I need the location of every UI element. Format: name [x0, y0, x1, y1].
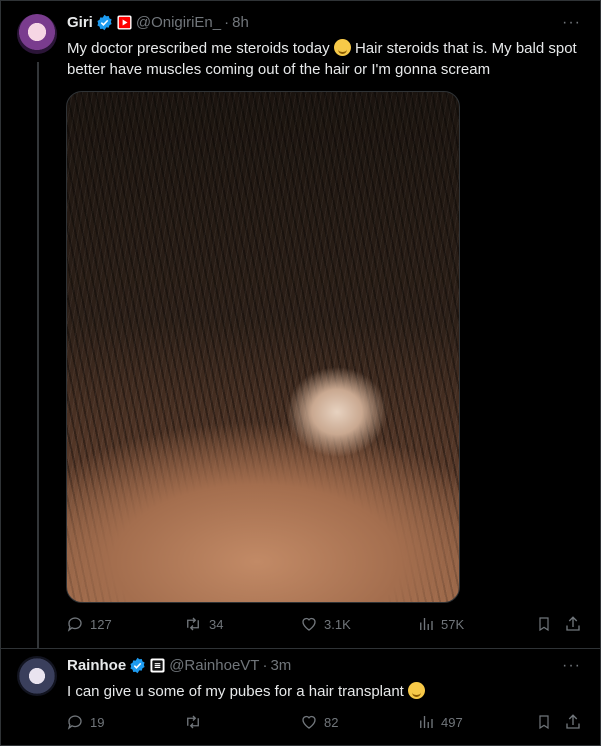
reply-actions: 19 82 497 — [66, 713, 586, 733]
pleading-face-emoji-icon — [408, 682, 426, 699]
reply-count: 19 — [90, 714, 105, 730]
retweet-icon — [187, 715, 199, 729]
reply-header: Rainhoe @RainhoeVT · 3m — [67, 657, 291, 674]
views-chart-icon — [420, 716, 433, 728]
like-count: 82 — [324, 714, 339, 730]
reply-count: 127 — [90, 616, 112, 632]
relieved-face-emoji-icon — [333, 39, 351, 56]
author-name[interactable]: Giri — [67, 14, 93, 31]
bookmark-icon — [539, 617, 549, 632]
more-options-icon[interactable]: ··· — [562, 657, 581, 675]
like-button[interactable]: 82 — [300, 713, 338, 731]
author-handle[interactable]: @OnigiriEn_ — [136, 14, 221, 31]
separator-dot: · — [224, 14, 230, 31]
tweet-photo[interactable] — [66, 91, 460, 603]
timestamp[interactable]: 3m — [270, 657, 291, 674]
retweet-button[interactable] — [183, 713, 209, 731]
more-options-icon[interactable]: ··· — [562, 14, 581, 32]
retweet-count: 34 — [209, 616, 224, 632]
tweet-divider — [0, 648, 601, 649]
affiliate-badge-icon[interactable] — [150, 658, 165, 673]
reply-button[interactable]: 127 — [66, 615, 112, 633]
share-icon — [566, 616, 580, 631]
retweet-button[interactable]: 34 — [183, 615, 223, 633]
views-chart-icon — [420, 618, 433, 630]
avatar[interactable] — [17, 14, 57, 54]
author-handle[interactable]: @RainhoeVT — [169, 657, 259, 674]
verified-badge-icon — [96, 14, 113, 31]
views-button[interactable]: 497 — [417, 713, 463, 731]
avatar[interactable] — [17, 656, 57, 696]
timestamp[interactable]: 8h — [232, 14, 249, 31]
thread-connector-line — [37, 62, 39, 648]
author-name[interactable]: Rainhoe — [67, 657, 126, 674]
share-icon — [566, 714, 580, 729]
views-button[interactable]: 57K — [417, 615, 464, 633]
verified-badge-icon — [129, 657, 146, 674]
bookmark-icon — [539, 715, 549, 730]
bookmark-button[interactable] — [536, 615, 552, 633]
like-count: 3.1K — [324, 616, 351, 632]
retweet-icon — [187, 617, 199, 631]
youtube-affiliate-icon[interactable] — [117, 15, 132, 30]
reply-icon — [67, 617, 82, 632]
tweet-header: Giri @OnigiriEn_ · 8h — [67, 14, 249, 31]
share-button[interactable] — [564, 615, 582, 633]
reply-icon — [67, 715, 82, 730]
tweet-actions: 127 34 3.1K 57K — [66, 615, 586, 635]
views-count: 57K — [441, 616, 465, 632]
reply-text-part1: I can give u some of my pubes for a hair… — [67, 683, 409, 700]
reply-text: I can give u some of my pubes for a hair… — [67, 681, 577, 702]
tweet-text: My doctor prescribed me steroids today H… — [67, 38, 577, 80]
heart-icon — [302, 617, 316, 631]
share-button[interactable] — [564, 713, 582, 731]
separator-dot: · — [262, 657, 268, 674]
heart-icon — [302, 715, 316, 729]
views-count: 497 — [441, 714, 463, 730]
reply-button[interactable]: 19 — [66, 713, 104, 731]
tweet-text-part1: My doctor prescribed me steroids today — [67, 40, 334, 57]
bookmark-button[interactable] — [536, 713, 552, 731]
like-button[interactable]: 3.1K — [300, 615, 351, 633]
